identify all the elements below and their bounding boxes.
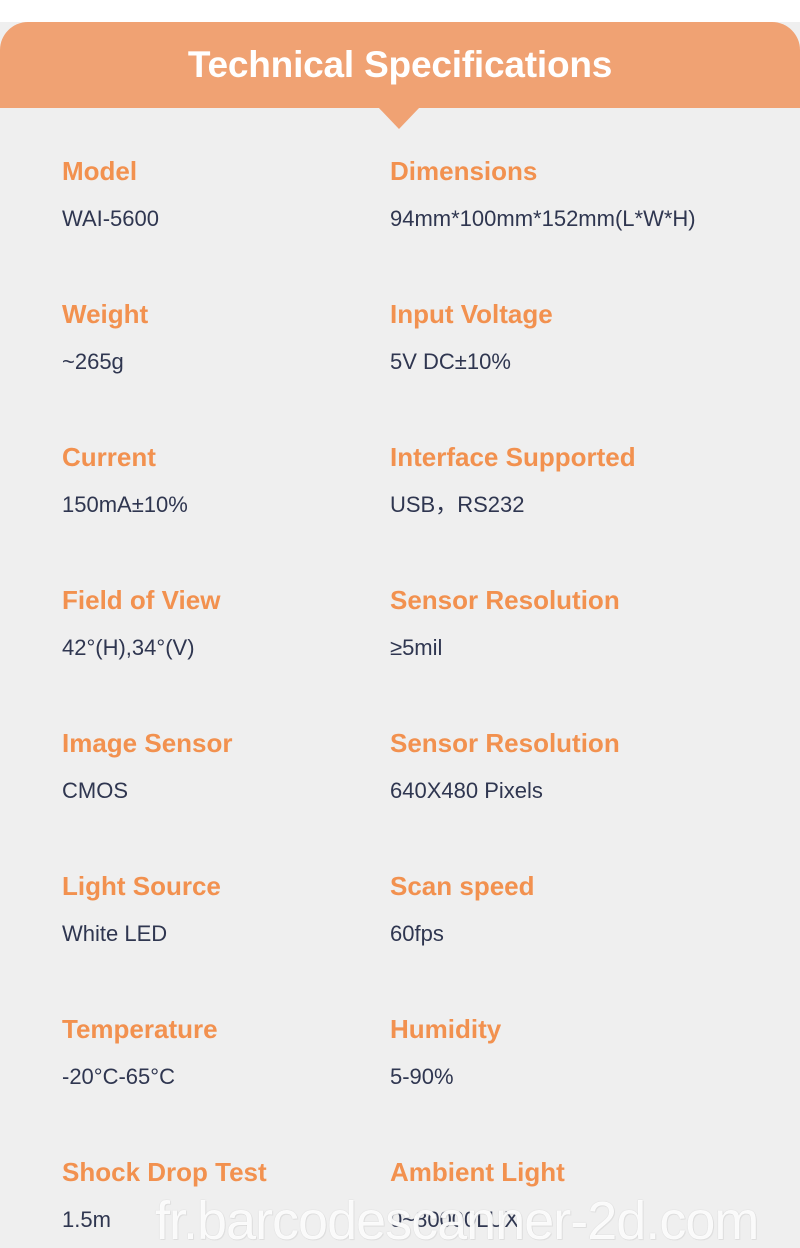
spec-value: ≥5mil bbox=[390, 635, 443, 660]
spec-value: 60fps bbox=[390, 921, 444, 946]
table-row: Field of View 42°(H),34°(V) Sensor Resol… bbox=[0, 569, 800, 712]
spec-label: Ambient Light bbox=[390, 1157, 565, 1187]
spec-cell-right: Humidity 5-90% bbox=[0, 998, 502, 1141]
spec-cell-right: Ambient Light 0~80000LUX bbox=[0, 1141, 565, 1248]
spec-value: 5V DC±10% bbox=[390, 349, 511, 374]
table-row: Image Sensor CMOS Sensor Resolution 640X… bbox=[0, 712, 800, 855]
spec-cell-right: Sensor Resolution ≥5mil bbox=[0, 569, 620, 712]
header-banner: Technical Specifications bbox=[0, 22, 800, 108]
table-row: Light Source White LED Scan speed 60fps bbox=[0, 855, 800, 998]
top-white-strip bbox=[0, 0, 800, 22]
spec-label: Scan speed bbox=[390, 871, 535, 901]
spec-label: Interface Supported bbox=[390, 442, 636, 472]
spec-cell-right: Interface Supported USB，RS232 bbox=[0, 426, 636, 569]
spec-label: Input Voltage bbox=[390, 299, 553, 329]
spec-label: Humidity bbox=[390, 1014, 502, 1044]
banner-notch-triangle bbox=[378, 107, 420, 129]
spec-label: Dimensions bbox=[390, 156, 538, 186]
page-title: Technical Specifications bbox=[187, 44, 613, 85]
specifications-grid: Model WAI-5600 Dimensions 94mm*100mm*152… bbox=[0, 140, 800, 1248]
spec-cell-right: Input Voltage 5V DC±10% bbox=[0, 283, 553, 426]
table-row: Current 150mA±10% Interface Supported US… bbox=[0, 426, 800, 569]
spec-cell-right: Dimensions 94mm*100mm*152mm(L*W*H) bbox=[0, 140, 696, 283]
spec-value: 94mm*100mm*152mm(L*W*H) bbox=[390, 206, 696, 231]
table-row: Weight ~265g Input Voltage 5V DC±10% bbox=[0, 283, 800, 426]
spec-value: USB，RS232 bbox=[390, 492, 525, 517]
spec-value: 5-90% bbox=[390, 1064, 454, 1089]
spec-label: Sensor Resolution bbox=[390, 728, 620, 758]
spec-cell-right: Scan speed 60fps bbox=[0, 855, 535, 998]
table-row: Temperature -20°C-65°C Humidity 5-90% bbox=[0, 998, 800, 1141]
spec-cell-right: Sensor Resolution 640X480 Pixels bbox=[0, 712, 620, 855]
spec-label: Sensor Resolution bbox=[390, 585, 620, 615]
spec-sheet-page: Technical Specifications Model WAI-5600 … bbox=[0, 0, 800, 1248]
table-row: Model WAI-5600 Dimensions 94mm*100mm*152… bbox=[0, 140, 800, 283]
spec-value: 640X480 Pixels bbox=[390, 778, 543, 803]
spec-value: 0~80000LUX bbox=[390, 1207, 520, 1232]
table-row: Shock Drop Test 1.5m Ambient Light 0~800… bbox=[0, 1141, 800, 1248]
